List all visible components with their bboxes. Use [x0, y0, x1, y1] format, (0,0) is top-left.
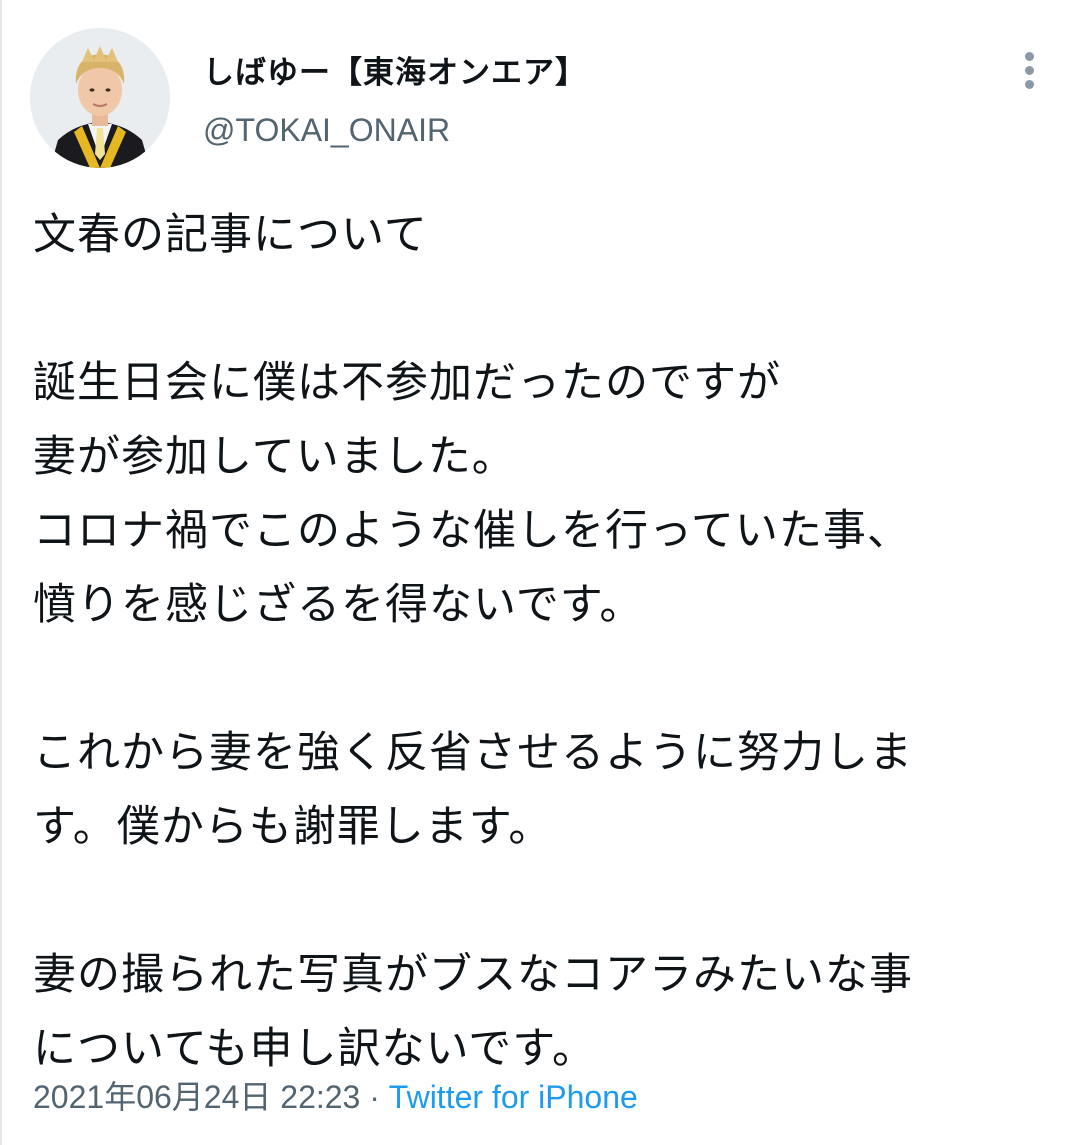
tweet-line-break: [33, 642, 1063, 716]
meta-separator: ·: [360, 1079, 389, 1115]
author-handle[interactable]: @TOKAI_ONAIR: [203, 112, 450, 149]
tweet-timestamp[interactable]: 2021年06月24日 22:23: [33, 1079, 360, 1115]
tweet-line: コロナ禍でこのような催しを行っていた事、: [33, 506, 911, 556]
tweet-line-break: [33, 864, 1063, 938]
more-vertical-icon: [1025, 80, 1034, 89]
left-divider: [0, 0, 2, 1145]
tweet-meta: 2021年06月24日 22:23 · Twitter for iPhone: [33, 1072, 638, 1118]
tweet-line: 妻の撮られた写真がブスなコアラみたいな事: [33, 950, 913, 1000]
more-vertical-icon: [1025, 52, 1034, 61]
tweet-line: 妻が参加していました。: [33, 432, 516, 482]
avatar-image: [30, 28, 170, 168]
more-button[interactable]: [1010, 46, 1050, 94]
tweet-source-link[interactable]: Twitter for iPhone: [389, 1079, 638, 1115]
tweet-line: 誕生日会に僕は不参加だったのですが: [33, 358, 781, 408]
tweet-text: 文春の記事について 誕生日会に僕は不参加だったのですが 妻が参加していました。 …: [33, 198, 1063, 1086]
tweet-card[interactable]: しばゆー【東海オンエア】 @TOKAI_ONAIR 文春の記事について 誕生日会…: [0, 0, 1080, 1145]
author-display-name[interactable]: しばゆー【東海オンエア】: [203, 47, 587, 92]
tweet-line: これから妻を強く反省させるように努力しま: [33, 728, 913, 778]
tweet-line: 憤りを感じざるを得ないです。: [33, 580, 644, 630]
avatar[interactable]: [30, 28, 170, 168]
tweet-line: す。僕からも謝罪します。: [33, 802, 553, 852]
tweet-line-break: [33, 272, 1063, 346]
tweet-line: 文春の記事について: [33, 210, 428, 260]
more-vertical-icon: [1025, 66, 1034, 75]
